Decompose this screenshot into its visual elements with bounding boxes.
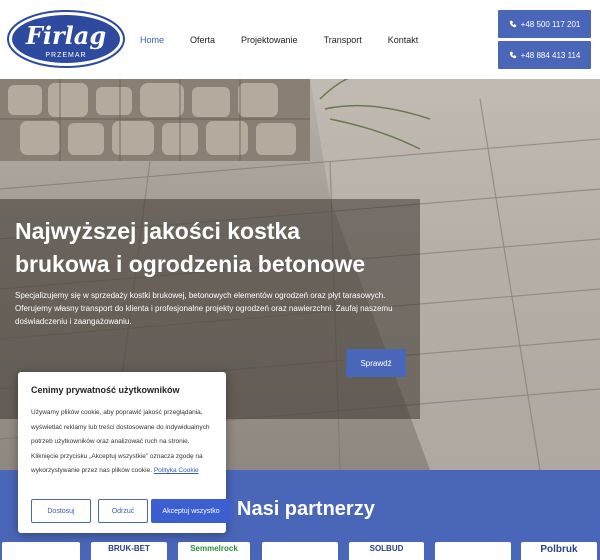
logo-sub: PRZEMAR: [45, 52, 86, 59]
cookie-policy-link[interactable]: Polityka Cookie: [154, 467, 199, 474]
reject-button[interactable]: Odrzuć: [98, 499, 148, 523]
cookie-description: Używamy plików cookie, aby poprawić jako…: [31, 406, 216, 479]
partner-logo-solbud[interactable]: SOLBUD: [349, 542, 424, 560]
phone-icon: [509, 51, 516, 59]
cookie-text: Używamy plików cookie, aby poprawić jako…: [31, 409, 210, 474]
phone-number-1: +48 500 117 201: [520, 19, 581, 29]
check-button[interactable]: Sprawdź: [346, 349, 406, 377]
customize-button[interactable]: Dostosuj: [31, 499, 91, 523]
nav-transport[interactable]: Transport: [324, 35, 362, 45]
phone-number-2: +48 884 413 114: [520, 50, 581, 60]
site-header: Firlag PRZEMAR Home Oferta Projektowanie…: [0, 0, 600, 79]
nav-projektowanie[interactable]: Projektowanie: [241, 35, 298, 45]
firlag-logo[interactable]: Firlag PRZEMAR: [6, 9, 126, 69]
partner-logo-polbruk[interactable]: Polbruk: [521, 542, 597, 560]
phone-button-2[interactable]: +48 884 413 114: [498, 41, 591, 69]
hero-description: Specjalizujemy się w sprzedaży kostki br…: [15, 291, 393, 326]
phone-icon: [509, 20, 516, 28]
logo-name: Firlag: [25, 21, 106, 50]
hero-title: Najwyższej jakości kostka brukowa i ogro…: [15, 218, 366, 277]
partner-logo-bruk-bet[interactable]: BRUK-BET: [91, 542, 167, 560]
cookie-consent-dialog: Cenimy prywatność użytkowników Używamy p…: [18, 372, 231, 533]
partner-logo-6[interactable]: [435, 542, 511, 560]
partner-logo-1[interactable]: [2, 542, 80, 560]
main-nav: Home Oferta Projektowanie Transport Kont…: [140, 30, 418, 50]
nav-home[interactable]: Home: [140, 35, 164, 45]
partner-logo-4[interactable]: [262, 542, 338, 560]
nav-oferta[interactable]: Oferta: [190, 35, 215, 45]
partners-title: Nasi partnerzy: [237, 498, 375, 520]
nav-kontakt[interactable]: Kontakt: [388, 35, 419, 45]
phone-button-1[interactable]: +48 500 117 201: [498, 10, 591, 38]
partner-logo-semmelrock[interactable]: Semmelrock: [178, 542, 250, 560]
accept-all-button[interactable]: Akceptuj wszystko: [151, 499, 231, 523]
cookie-title: Cenimy prywatność użytkowników: [31, 385, 180, 395]
